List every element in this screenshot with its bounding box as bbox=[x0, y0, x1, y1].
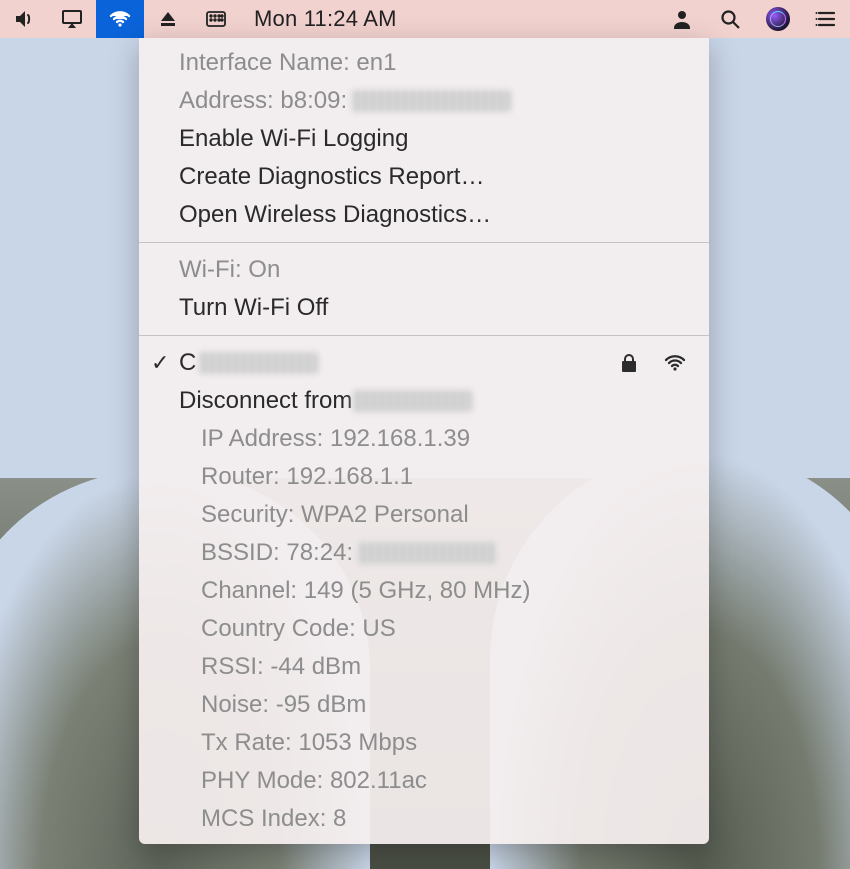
wifi-mac-address: Address: b8:09: bbox=[139, 82, 709, 120]
menubar: Mon 11:24 AM bbox=[0, 0, 850, 38]
enable-wifi-logging-item[interactable]: Enable Wi-Fi Logging bbox=[139, 120, 709, 158]
open-wireless-diagnostics-item[interactable]: Open Wireless Diagnostics… bbox=[139, 196, 709, 234]
detail-country-code: Country Code: US bbox=[139, 610, 709, 648]
redacted-mac bbox=[351, 90, 511, 112]
wifi-signal-icon bbox=[663, 351, 687, 375]
detail-phy-mode: PHY Mode: 802.11ac bbox=[139, 762, 709, 800]
checkmark-icon: ✓ bbox=[151, 346, 169, 380]
turn-wifi-off-item[interactable]: Turn Wi-Fi Off bbox=[139, 289, 709, 327]
keyboard-viewer-icon[interactable] bbox=[192, 0, 240, 38]
detail-ip-address: IP Address: 192.168.1.39 bbox=[139, 420, 709, 458]
eject-icon[interactable] bbox=[144, 0, 192, 38]
airplay-icon[interactable] bbox=[48, 0, 96, 38]
detail-tx-rate: Tx Rate: 1053 Mbps bbox=[139, 724, 709, 762]
redacted-bssid bbox=[357, 542, 497, 564]
menu-separator bbox=[139, 335, 709, 336]
siri-icon[interactable] bbox=[754, 0, 802, 38]
create-diagnostics-item[interactable]: Create Diagnostics Report… bbox=[139, 158, 709, 196]
wifi-menu-dropdown: Interface Name: en1 Address: b8:09: Enab… bbox=[139, 38, 709, 844]
detail-security: Security: WPA2 Personal bbox=[139, 496, 709, 534]
wifi-status: Wi-Fi: On bbox=[139, 251, 709, 289]
volume-icon[interactable] bbox=[0, 0, 48, 38]
detail-channel: Channel: 149 (5 GHz, 80 MHz) bbox=[139, 572, 709, 610]
user-icon[interactable] bbox=[658, 0, 706, 38]
detail-router: Router: 192.168.1.1 bbox=[139, 458, 709, 496]
menu-separator bbox=[139, 242, 709, 243]
lock-icon bbox=[617, 351, 641, 375]
detail-rssi: RSSI: -44 dBm bbox=[139, 648, 709, 686]
connected-network-item[interactable]: ✓ C bbox=[139, 344, 709, 382]
notification-center-icon[interactable] bbox=[802, 0, 850, 38]
redacted-ssid bbox=[352, 390, 472, 412]
disconnect-item[interactable]: Disconnect from bbox=[139, 382, 709, 420]
menubar-clock[interactable]: Mon 11:24 AM bbox=[240, 6, 411, 32]
detail-bssid: BSSID: 78:24: bbox=[139, 534, 709, 572]
redacted-ssid bbox=[198, 352, 318, 374]
wifi-icon[interactable] bbox=[96, 0, 144, 38]
wifi-interface-name: Interface Name: en1 bbox=[139, 44, 709, 82]
detail-mcs-index: MCS Index: 8 bbox=[139, 800, 709, 838]
detail-noise: Noise: -95 dBm bbox=[139, 686, 709, 724]
spotlight-icon[interactable] bbox=[706, 0, 754, 38]
